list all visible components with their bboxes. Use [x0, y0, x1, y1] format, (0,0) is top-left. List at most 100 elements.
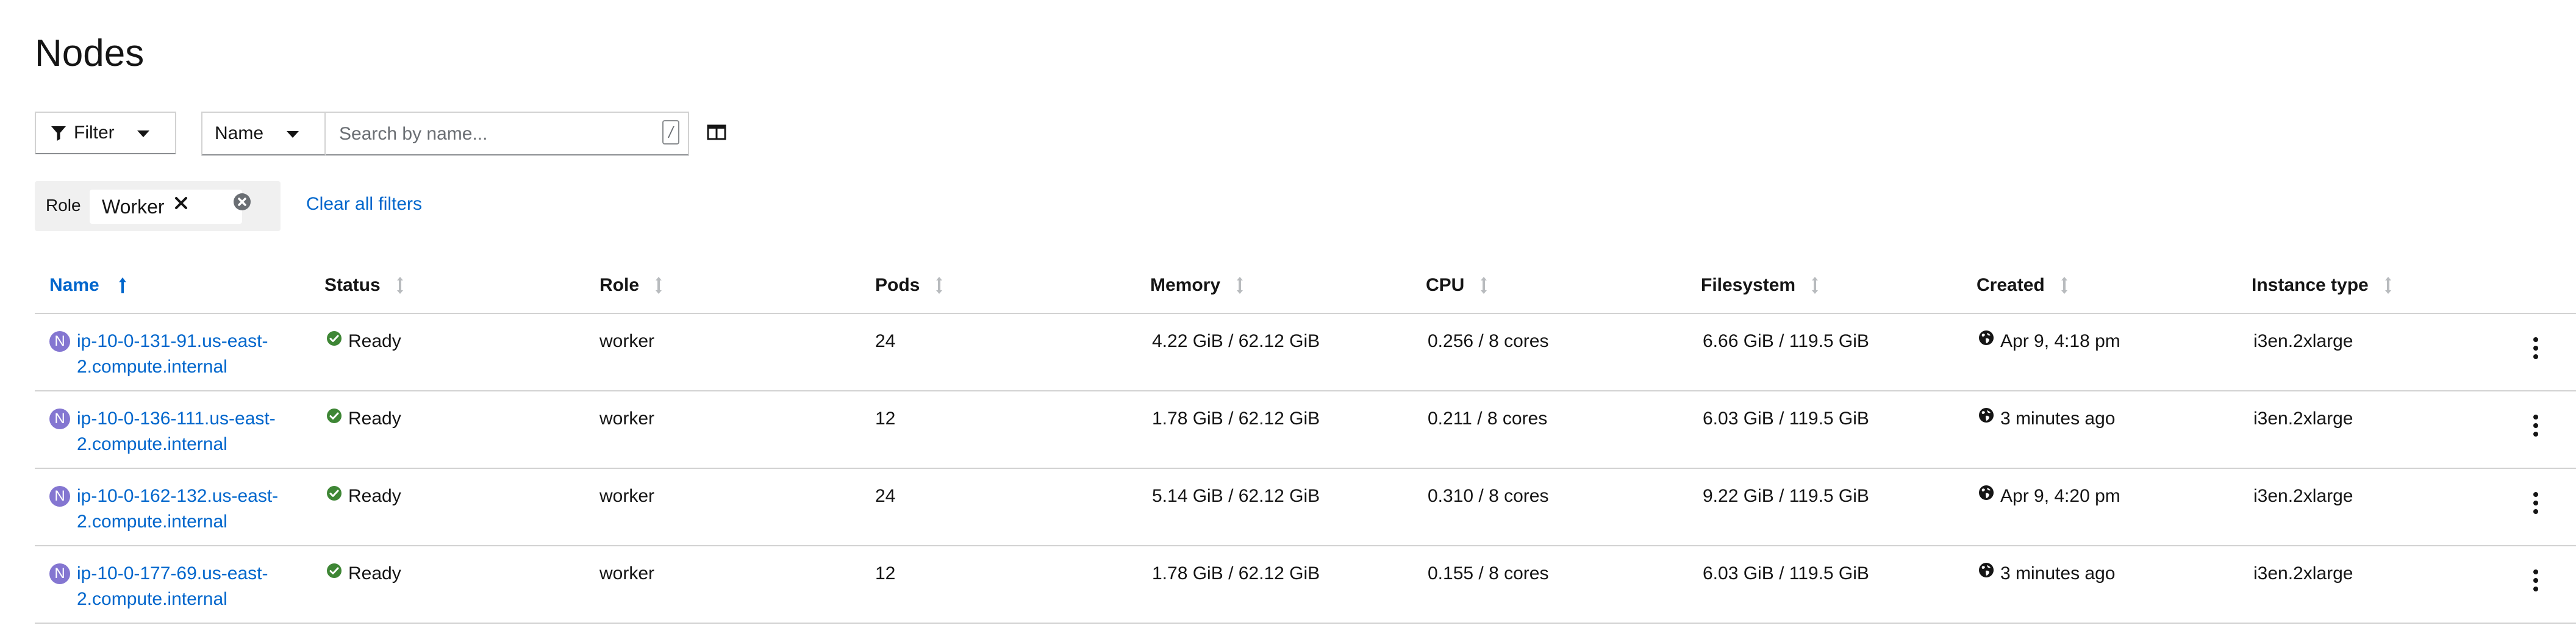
close-circle-icon: [233, 193, 251, 214]
node-resource-badge: N: [49, 331, 70, 352]
status-cell: Ready: [326, 561, 401, 587]
filter-type-label: Name: [215, 123, 264, 143]
instance-type-cell: i3en.2xlarge: [2253, 563, 2353, 584]
node-name-link[interactable]: ip-10-0-162-132.us-east- 2.compute.intern…: [77, 484, 309, 535]
check-circle-icon: [326, 560, 342, 586]
column-header-filesystem[interactable]: Filesystem: [1701, 274, 1822, 296]
chip-label: Worker: [102, 196, 165, 218]
sort-ascending-icon: [118, 274, 130, 296]
sort-icon: [2059, 274, 2072, 296]
chip-group-remove-button[interactable]: [230, 191, 254, 215]
sort-icon: [1235, 274, 1247, 296]
memory-cell: 1.78 GiB / 62.12 GiB: [1152, 563, 1320, 584]
column-header-label: Filesystem: [1701, 275, 1796, 295]
node-name-part: 2.compute.internal: [77, 357, 227, 377]
instance-type-cell: i3en.2xlarge: [2253, 409, 2353, 429]
role-cell: worker: [599, 486, 655, 506]
status-text: Ready: [348, 409, 401, 429]
check-circle-icon: [326, 483, 342, 509]
cpu-cell: 0.211 / 8 cores: [1428, 409, 1548, 429]
column-header-label: Name: [49, 275, 99, 295]
filter-dropdown-button[interactable]: Filter: [35, 112, 176, 154]
memory-cell: 4.22 GiB / 62.12 GiB: [1152, 331, 1320, 351]
status-text: Ready: [348, 486, 401, 506]
column-header-label: Instance type: [2252, 275, 2369, 295]
column-header-created[interactable]: Created: [1977, 274, 2072, 296]
node-resource-badge: N: [49, 486, 70, 507]
sort-icon: [654, 274, 666, 296]
table-row: N ip-10-0-136-111.us-east- 2.compute.inte…: [35, 391, 2576, 469]
instance-type-cell: i3en.2xlarge: [2253, 331, 2353, 351]
node-name-part: ip-10-0-131-91.us-east-: [77, 331, 268, 351]
sort-icon: [2383, 274, 2395, 296]
shortcut-key-hint: /: [662, 120, 679, 145]
check-circle-icon: [326, 405, 342, 431]
table-row: N ip-10-0-162-132.us-east- 2.compute.inte…: [35, 469, 2576, 546]
close-icon: [174, 196, 188, 213]
created-text: Apr 9, 4:18 pm: [2000, 331, 2120, 351]
role-cell: worker: [599, 331, 655, 351]
node-name-part: 2.compute.internal: [77, 434, 227, 454]
node-name-part: ip-10-0-162-132.us-east-: [77, 486, 279, 506]
column-header-role[interactable]: Role: [599, 274, 666, 296]
sort-icon: [934, 274, 946, 296]
column-header-label: Memory: [1150, 275, 1221, 295]
node-resource-badge: N: [49, 409, 70, 429]
filter-label: Filter: [74, 123, 115, 143]
chevron-down-icon: [287, 131, 299, 138]
clear-all-filters-link[interactable]: Clear all filters: [306, 194, 422, 215]
created-cell: Apr 9, 4:18 pm: [1978, 329, 2120, 354]
filesystem-cell: 9.22 GiB / 119.5 GiB: [1703, 486, 1869, 506]
status-cell: Ready: [326, 406, 401, 432]
chip-remove-button[interactable]: [169, 191, 193, 218]
column-header-label: CPU: [1426, 275, 1465, 295]
column-header-label: Status: [324, 275, 381, 295]
created-text: Apr 9, 4:20 pm: [2000, 486, 2120, 506]
node-name-part: ip-10-0-136-111.us-east-: [77, 409, 276, 429]
node-name-link[interactable]: ip-10-0-136-111.us-east- 2.compute.intern…: [77, 406, 309, 457]
filter-type-select[interactable]: Name: [201, 112, 326, 155]
sort-icon: [395, 274, 407, 296]
filesystem-cell: 6.03 GiB / 119.5 GiB: [1703, 563, 1869, 584]
column-header-label: Role: [599, 275, 640, 295]
row-actions-kebab-icon[interactable]: [2527, 407, 2545, 444]
created-cell: 3 minutes ago: [1978, 406, 2115, 432]
created-text: 3 minutes ago: [2000, 563, 2116, 584]
search-input[interactable]: [326, 113, 645, 155]
pods-cell: 12: [875, 563, 896, 584]
column-header-pods[interactable]: Pods: [875, 274, 946, 296]
sort-icon: [1479, 274, 1491, 296]
memory-cell: 5.14 GiB / 62.12 GiB: [1152, 486, 1320, 506]
nodes-table: Name Status Role Pods Memory CPU Filesys…: [35, 262, 2576, 624]
chip-category-label: Role: [46, 196, 81, 215]
row-actions-kebab-icon[interactable]: [2527, 485, 2545, 521]
node-name-link[interactable]: ip-10-0-177-69.us-east- 2.compute.interna…: [77, 561, 309, 612]
node-name-link[interactable]: ip-10-0-131-91.us-east- 2.compute.interna…: [77, 329, 309, 380]
instance-type-cell: i3en.2xlarge: [2253, 486, 2353, 506]
nodes-page: Nodes Filter Name / Role Worker: [0, 0, 2576, 639]
toolbar: Filter Name /: [35, 112, 767, 155]
status-text: Ready: [348, 563, 401, 584]
status-cell: Ready: [326, 329, 401, 354]
row-actions-kebab-icon[interactable]: [2527, 562, 2545, 599]
chevron-down-icon: [137, 130, 149, 137]
row-actions-kebab-icon[interactable]: [2527, 330, 2545, 366]
column-header-memory[interactable]: Memory: [1150, 274, 1247, 296]
globe-icon: [1978, 405, 1994, 430]
created-text: 3 minutes ago: [2000, 409, 2116, 429]
column-header-label: Created: [1977, 275, 2045, 295]
manage-columns-button[interactable]: [703, 121, 731, 146]
column-header-name[interactable]: Name: [49, 274, 130, 296]
page-title: Nodes: [35, 32, 145, 74]
filter-chip-group: Role Worker: [35, 181, 281, 231]
status-text: Ready: [348, 331, 401, 351]
column-header-instance-type[interactable]: Instance type: [2252, 274, 2395, 296]
cpu-cell: 0.256 / 8 cores: [1428, 331, 1549, 351]
column-header-status[interactable]: Status: [324, 274, 407, 296]
table-row: N ip-10-0-131-91.us-east- 2.compute.inter…: [35, 314, 2576, 391]
created-cell: 3 minutes ago: [1978, 561, 2115, 587]
role-cell: worker: [599, 409, 655, 429]
column-header-cpu[interactable]: CPU: [1426, 274, 1491, 296]
pods-cell: 24: [875, 486, 896, 506]
globe-icon: [1978, 560, 1994, 585]
